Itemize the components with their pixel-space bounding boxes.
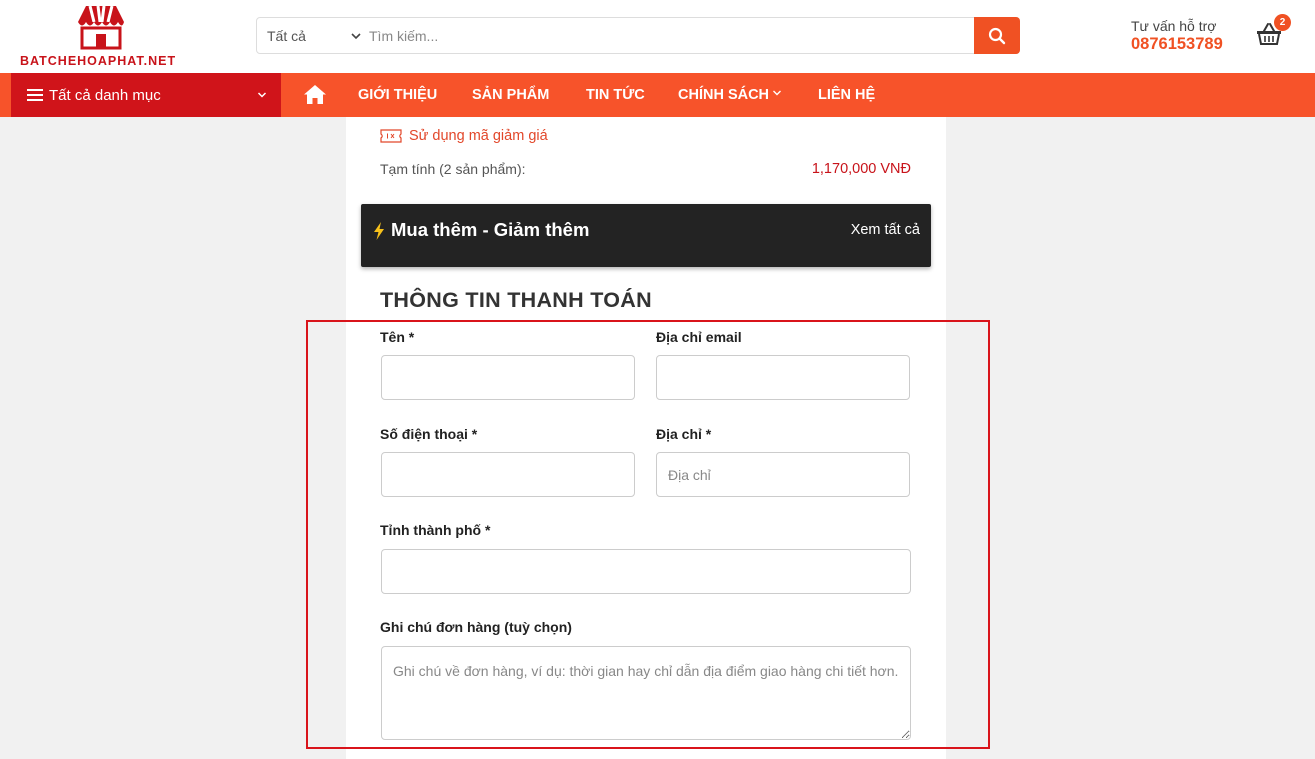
- home-icon: [304, 85, 326, 104]
- order-note-textarea[interactable]: [381, 646, 911, 740]
- search-input[interactable]: [369, 19, 969, 52]
- chevron-down-icon[interactable]: [350, 30, 362, 42]
- upsell-banner: Mua thêm - Giảm thêm Xem tất cả: [361, 204, 931, 267]
- phone-label: Số điện thoại *: [380, 426, 478, 442]
- search-bar: Tất cả: [256, 17, 1020, 54]
- name-label: Tên *: [380, 329, 415, 345]
- city-label: Tỉnh thành phố *: [380, 522, 491, 538]
- main-nav: Tất cả danh mục GIỚI THIỆU SẢN PHẨM TIN …: [0, 73, 1315, 117]
- cart-count-badge: 2: [1274, 14, 1291, 31]
- email-input[interactable]: [656, 355, 910, 400]
- cart-button[interactable]: 2: [1256, 14, 1291, 52]
- subtotal-label: Tạm tính (2 sản phẩm):: [380, 161, 526, 177]
- nav-item-chinh-sach[interactable]: CHÍNH SÁCH: [678, 87, 782, 103]
- email-label: Địa chỉ email: [656, 329, 742, 345]
- checkout-panel: Sử dụng mã giảm giá Tạm tính (2 sản phẩm…: [346, 117, 946, 759]
- upsell-title: Mua thêm - Giảm thêm: [391, 219, 590, 240]
- site-logo[interactable]: BATCHEHOAPHAT.NET: [18, 4, 188, 68]
- name-input[interactable]: [381, 355, 635, 400]
- address-input[interactable]: [656, 452, 910, 497]
- lightning-icon: [374, 222, 384, 240]
- nav-item-chinh-sach-label: CHÍNH SÁCH: [678, 87, 770, 103]
- billing-title: THÔNG TIN THANH TOÁN: [380, 288, 652, 312]
- chevron-down-icon: [257, 92, 267, 98]
- coupon-label: Sử dụng mã giảm giá: [409, 128, 548, 144]
- all-categories-label: Tất cả danh mục: [49, 86, 161, 104]
- address-label: Địa chỉ *: [656, 426, 712, 442]
- coupon-link[interactable]: Sử dụng mã giảm giá: [380, 128, 548, 144]
- nav-home[interactable]: [303, 84, 327, 110]
- search-category-select[interactable]: Tất cả: [267, 28, 306, 44]
- ticket-icon: [380, 129, 402, 143]
- support-label: Tư vấn hỗ trợ: [1131, 18, 1217, 34]
- city-input[interactable]: [381, 549, 911, 594]
- menu-icon: [27, 89, 43, 101]
- logo-text: BATCHEHOAPHAT.NET: [20, 54, 177, 68]
- search-icon: [988, 27, 1006, 44]
- site-header: BATCHEHOAPHAT.NET Tất cả Tư vấn hỗ trợ 0…: [0, 0, 1315, 73]
- chevron-down-icon: [773, 90, 782, 96]
- upsell-view-all-link[interactable]: Xem tất cả: [851, 222, 920, 238]
- phone-input[interactable]: [381, 452, 635, 497]
- nav-item-gioi-thieu[interactable]: GIỚI THIỆU: [358, 87, 437, 103]
- subtotal-value: 1,170,000 VNĐ: [811, 161, 911, 177]
- support-contact: Tư vấn hỗ trợ 0876153789: [1131, 18, 1223, 54]
- order-note-label: Ghi chú đơn hàng (tuỳ chọn): [380, 619, 572, 635]
- nav-item-lien-he[interactable]: LIÊN HỆ: [818, 87, 875, 103]
- shop-awning-icon: [78, 5, 124, 50]
- search-button[interactable]: [974, 17, 1020, 54]
- nav-item-san-pham[interactable]: SẢN PHẨM: [472, 87, 549, 103]
- nav-item-tin-tuc[interactable]: TIN TỨC: [586, 87, 645, 103]
- all-categories-menu[interactable]: Tất cả danh mục: [11, 73, 281, 117]
- support-phone[interactable]: 0876153789: [1131, 35, 1223, 54]
